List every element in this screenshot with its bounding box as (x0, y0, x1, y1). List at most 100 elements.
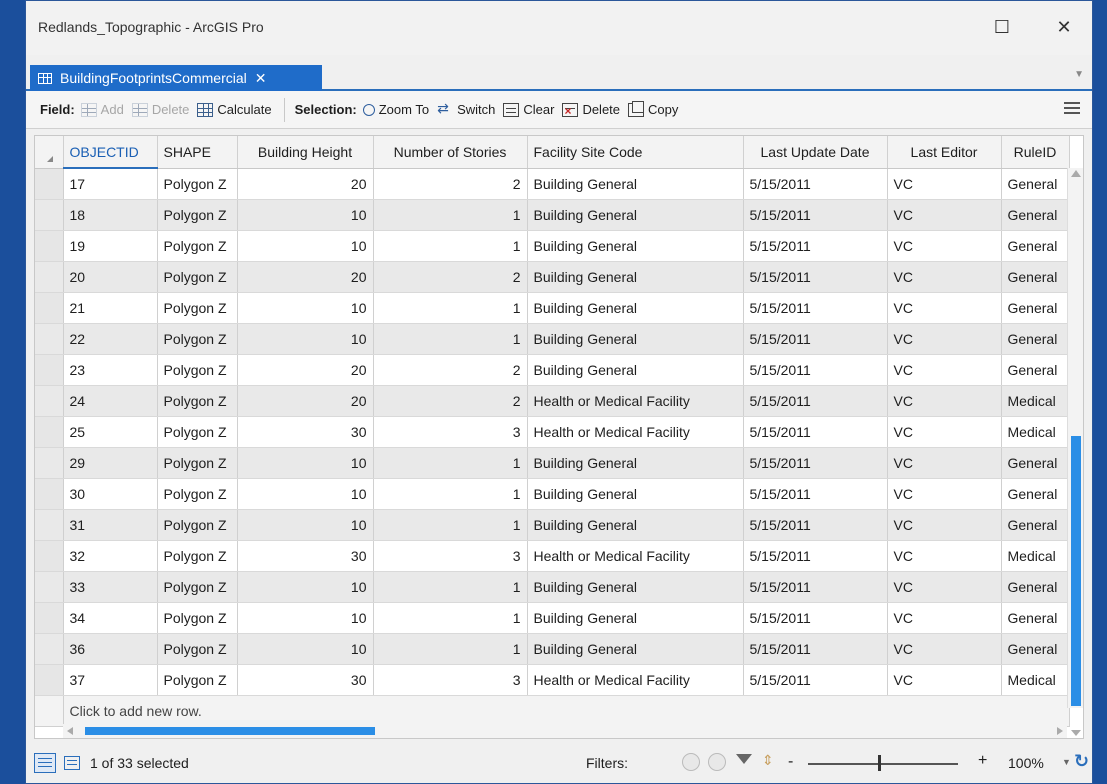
cell-objectid[interactable]: 18 (63, 199, 158, 231)
cell-ruleid[interactable]: General (1001, 230, 1070, 262)
cell-ruleid[interactable]: Medical (1001, 416, 1070, 448)
table-row[interactable]: 34 Polygon Z 10 1 Building General 5/15/2011 V… (35, 602, 1070, 634)
cell-objectid[interactable]: 31 (63, 509, 158, 541)
cell-shape[interactable]: Polygon Z (157, 354, 238, 386)
select-all-corner[interactable] (35, 136, 64, 169)
column-header-building-height[interactable]: Building Height (237, 136, 374, 169)
cell-objectid[interactable]: 32 (63, 540, 158, 572)
row-selector[interactable] (35, 261, 64, 293)
add-new-row[interactable]: Click to add new row. (35, 695, 1070, 727)
cell-objectid[interactable]: 23 (63, 354, 158, 386)
cell-building-height[interactable]: 20 (237, 261, 374, 293)
row-selector[interactable] (35, 509, 64, 541)
zoom-out-button[interactable]: - (788, 753, 793, 771)
column-header-ruleid[interactable]: RuleID (1001, 136, 1070, 169)
add-new-row-text[interactable]: Click to add new row. (63, 695, 1070, 727)
cell-last-editor[interactable]: VC (887, 664, 1002, 696)
cell-objectid[interactable]: 20 (63, 261, 158, 293)
horizontal-scrollbar[interactable] (63, 724, 1067, 738)
cell-ruleid[interactable]: General (1001, 199, 1070, 231)
close-window-button[interactable]: ✕ (1046, 11, 1082, 43)
cell-last-editor[interactable]: VC (887, 447, 1002, 479)
vertical-scroll-thumb[interactable] (1071, 436, 1081, 706)
cell-building-height[interactable]: 10 (237, 571, 374, 603)
cell-number-of-stories[interactable]: 3 (373, 540, 528, 572)
cell-building-height[interactable]: 10 (237, 292, 374, 324)
scroll-down-icon[interactable] (1071, 730, 1081, 736)
cell-facility-site-code[interactable]: Building General (527, 230, 744, 262)
row-selector[interactable] (35, 168, 64, 200)
cell-last-update-date[interactable]: 5/15/2011 (743, 509, 888, 541)
table-row[interactable]: 24 Polygon Z 20 2 Health or Medical Facility… (35, 385, 1070, 417)
cell-number-of-stories[interactable]: 2 (373, 385, 528, 417)
cell-ruleid[interactable]: General (1001, 447, 1070, 479)
cell-ruleid[interactable]: Medical (1001, 664, 1070, 696)
row-selector[interactable] (35, 447, 64, 479)
cell-ruleid[interactable]: General (1001, 633, 1070, 665)
cell-shape[interactable]: Polygon Z (157, 416, 238, 448)
hamburger-menu-icon[interactable] (1064, 101, 1080, 115)
cell-last-update-date[interactable]: 5/15/2011 (743, 447, 888, 479)
zoom-slider-track[interactable] (808, 763, 958, 765)
cell-last-editor[interactable]: VC (887, 199, 1002, 231)
cell-building-height[interactable]: 10 (237, 199, 374, 231)
table-row[interactable]: 31 Polygon Z 10 1 Building General 5/15/2011 V… (35, 509, 1070, 541)
cell-facility-site-code[interactable]: Health or Medical Facility (527, 540, 744, 572)
cell-building-height[interactable]: 10 (237, 602, 374, 634)
table-row[interactable]: 17 Polygon Z 20 2 Building General 5/15/2011 V… (35, 168, 1070, 200)
cell-number-of-stories[interactable]: 1 (373, 199, 528, 231)
cell-number-of-stories[interactable]: 2 (373, 168, 528, 200)
cell-facility-site-code[interactable]: Building General (527, 261, 744, 293)
column-header-last-editor[interactable]: Last Editor (887, 136, 1002, 169)
row-selector[interactable] (35, 354, 64, 386)
cell-number-of-stories[interactable]: 1 (373, 230, 528, 262)
cell-shape[interactable]: Polygon Z (157, 199, 238, 231)
table-row[interactable]: 36 Polygon Z 10 1 Building General 5/15/2011 V… (35, 633, 1070, 665)
cell-last-update-date[interactable]: 5/15/2011 (743, 230, 888, 262)
cell-last-editor[interactable]: VC (887, 478, 1002, 510)
cell-number-of-stories[interactable]: 3 (373, 664, 528, 696)
cell-shape[interactable]: Polygon Z (157, 478, 238, 510)
cell-building-height[interactable]: 10 (237, 478, 374, 510)
cell-shape[interactable]: Polygon Z (157, 540, 238, 572)
clear-selection-button[interactable]: Clear (503, 102, 554, 117)
cell-last-editor[interactable]: VC (887, 261, 1002, 293)
cell-objectid[interactable]: 33 (63, 571, 158, 603)
cell-objectid[interactable]: 37 (63, 664, 158, 696)
cell-last-update-date[interactable]: 5/15/2011 (743, 261, 888, 293)
row-selector[interactable] (35, 540, 64, 572)
table-row[interactable]: 33 Polygon Z 10 1 Building General 5/15/2011 V… (35, 571, 1070, 603)
cell-number-of-stories[interactable]: 1 (373, 478, 528, 510)
cell-building-height[interactable]: 30 (237, 540, 374, 572)
cell-number-of-stories[interactable]: 1 (373, 571, 528, 603)
cell-number-of-stories[interactable]: 3 (373, 416, 528, 448)
table-row[interactable]: 30 Polygon Z 10 1 Building General 5/15/2011 V… (35, 478, 1070, 510)
time-filter-icon[interactable] (682, 753, 700, 771)
cell-last-update-date[interactable]: 5/15/2011 (743, 633, 888, 665)
row-selector[interactable] (35, 478, 64, 510)
cell-objectid[interactable]: 24 (63, 385, 158, 417)
row-selector[interactable] (35, 602, 64, 634)
delete-selection-button[interactable]: Delete (562, 102, 620, 117)
cell-last-editor[interactable]: VC (887, 540, 1002, 572)
cell-number-of-stories[interactable]: 2 (373, 354, 528, 386)
cell-facility-site-code[interactable]: Building General (527, 199, 744, 231)
cell-facility-site-code[interactable]: Building General (527, 447, 744, 479)
cell-number-of-stories[interactable]: 1 (373, 602, 528, 634)
cell-objectid[interactable]: 29 (63, 447, 158, 479)
cell-last-editor[interactable]: VC (887, 602, 1002, 634)
cell-building-height[interactable]: 10 (237, 447, 374, 479)
cell-last-update-date[interactable]: 5/15/2011 (743, 478, 888, 510)
cell-building-height[interactable]: 20 (237, 354, 374, 386)
cell-ruleid[interactable]: General (1001, 478, 1070, 510)
cell-facility-site-code[interactable]: Building General (527, 354, 744, 386)
scroll-right-icon[interactable] (1057, 727, 1063, 735)
cell-last-editor[interactable]: VC (887, 168, 1002, 200)
tab-buildingfootprintscommercial[interactable]: BuildingFootprintsCommercial ✕ (30, 65, 322, 91)
cell-last-editor[interactable]: VC (887, 509, 1002, 541)
cell-last-update-date[interactable]: 5/15/2011 (743, 323, 888, 355)
cell-last-editor[interactable]: VC (887, 230, 1002, 262)
cell-last-update-date[interactable]: 5/15/2011 (743, 354, 888, 386)
table-row[interactable]: 23 Polygon Z 20 2 Building General 5/15/2011 V… (35, 354, 1070, 386)
cell-last-editor[interactable]: VC (887, 292, 1002, 324)
